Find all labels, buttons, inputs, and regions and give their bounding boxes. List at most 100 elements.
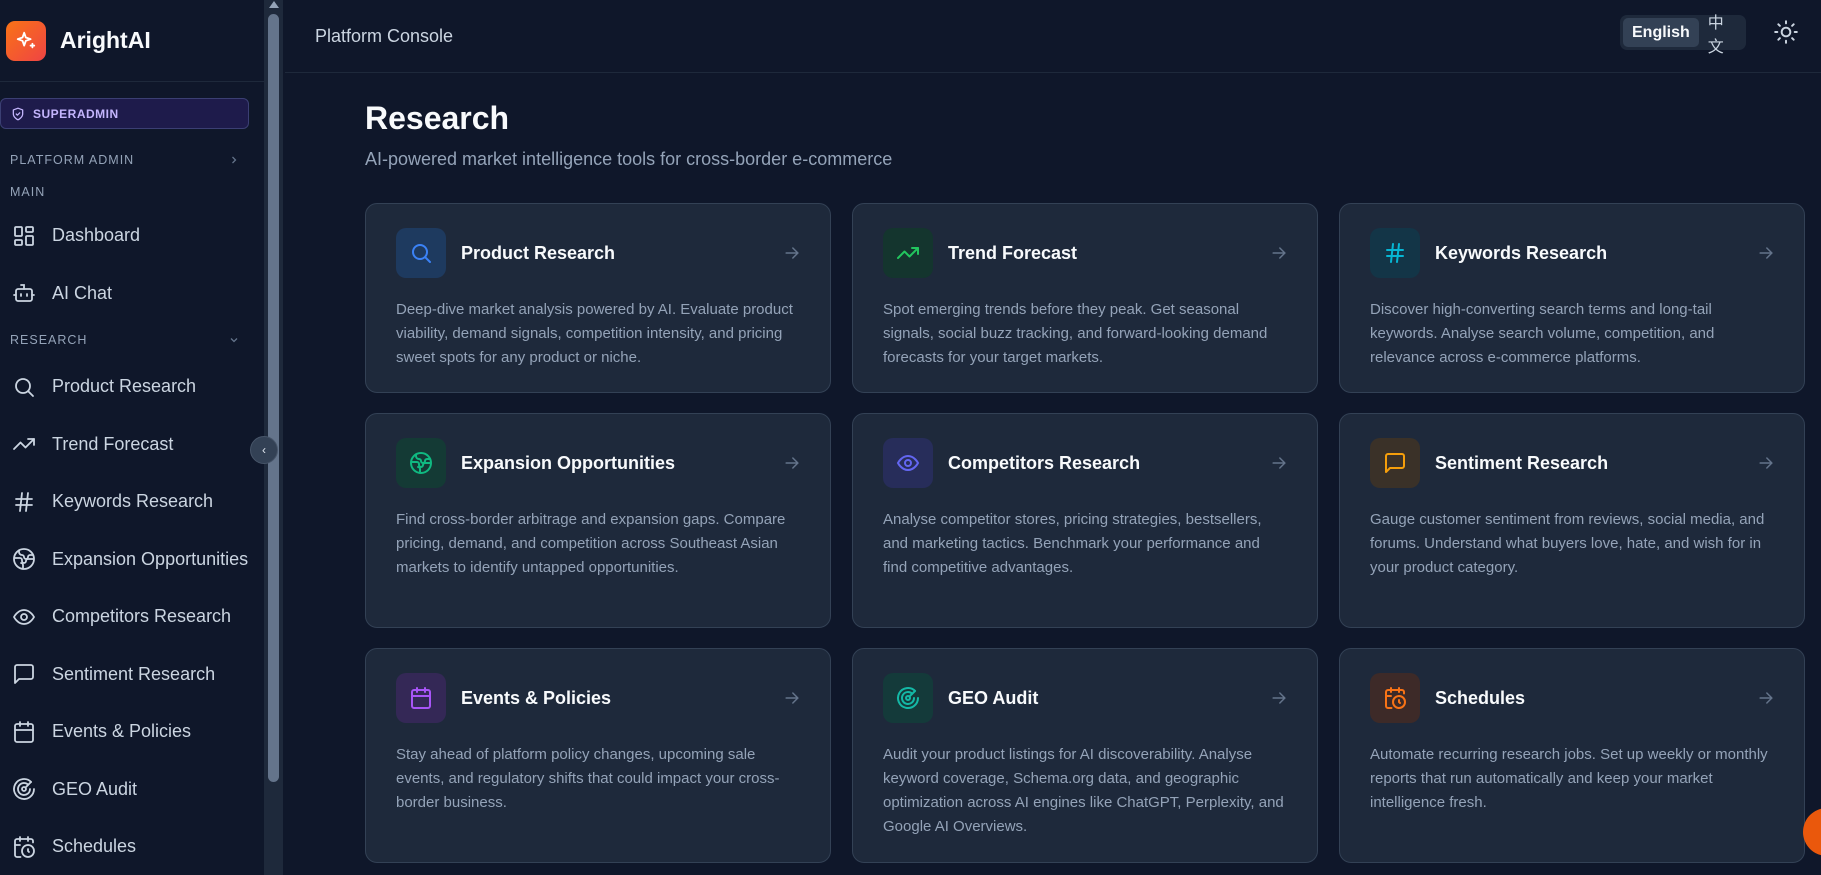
card-title: Expansion Opportunities — [461, 452, 676, 473]
card-title: Schedules — [1435, 687, 1526, 708]
card-keywords-research[interactable]: Keywords Research Discover high-converti… — [1339, 203, 1805, 393]
sidebar-item-ai-chat[interactable]: AI Chat — [0, 265, 264, 323]
sidebar-item-label: Sentiment Research — [52, 663, 216, 684]
language-chinese-button[interactable]: 中文 — [1699, 15, 1743, 56]
sidebar-item-label: Schedules — [52, 836, 137, 857]
language-english-button[interactable]: English — [1623, 18, 1699, 47]
scroll-up-icon[interactable] — [269, 1, 279, 8]
card-expansion-opportunities[interactable]: Expansion Opportunities Find cross-borde… — [365, 413, 831, 628]
arrow-right-icon — [1759, 247, 1773, 259]
research-section-label: RESEARCH — [10, 333, 88, 347]
card-description: Spot emerging trends before they peak. G… — [883, 301, 1268, 366]
sidebar-item-label: Events & Policies — [52, 721, 192, 742]
eye-icon — [12, 608, 36, 625]
page-title: Research — [365, 100, 510, 136]
calendar-icon — [396, 673, 446, 723]
hash-icon — [1370, 228, 1420, 278]
arrow-right-icon — [1272, 247, 1286, 259]
message-icon — [1370, 438, 1420, 488]
card-description: Discover high-converting search terms an… — [1370, 301, 1715, 366]
theme-toggle-button[interactable] — [1773, 19, 1799, 45]
arrow-right-icon — [1272, 457, 1286, 469]
card-geo-audit[interactable]: GEO Audit Audit your product listings fo… — [852, 648, 1318, 863]
sidebar-item-label: Dashboard — [52, 225, 141, 246]
dashboard-icon — [14, 225, 34, 246]
card-description: Analyse competitor stores, pricing strat… — [883, 511, 1262, 576]
sun-icon — [1774, 20, 1798, 44]
card-title: GEO Audit — [948, 687, 1039, 708]
brand-name: ArightAI — [60, 27, 151, 53]
chevron-left-icon: ‹ — [262, 443, 266, 457]
sidebar-item-events-policies[interactable]: Events & Policies — [0, 703, 264, 761]
card-title: Competitors Research — [948, 452, 1141, 473]
console-title: Platform Console — [315, 25, 454, 46]
message-icon — [14, 664, 34, 685]
card-title: Product Research — [461, 242, 616, 263]
sidebar-item-sentiment-research[interactable]: Sentiment Research — [0, 646, 264, 704]
search-icon — [396, 228, 446, 278]
arrow-right-icon — [1759, 457, 1773, 469]
sidebar-item-label: Keywords Research — [52, 491, 214, 512]
search-icon — [15, 377, 34, 397]
calendar-clock-icon — [1370, 673, 1420, 723]
research-section-toggle[interactable]: RESEARCH — [0, 322, 264, 358]
card-events-policies[interactable]: Events & Policies Stay ahead of platform… — [365, 648, 831, 863]
sidebar-item-competitors-research[interactable]: Competitors Research — [0, 588, 264, 646]
sidebar-item-label: Expansion Opportunities — [52, 548, 249, 569]
page-subtitle: AI-powered market intelligence tools for… — [365, 149, 893, 169]
card-title: Keywords Research — [1435, 242, 1608, 263]
arrow-right-icon — [1272, 692, 1286, 704]
sidebar-item-keywords-research[interactable]: Keywords Research — [0, 473, 264, 531]
radar-icon — [883, 673, 933, 723]
card-title: Trend Forecast — [948, 242, 1078, 263]
sidebar-item-trend-forecast[interactable]: Trend Forecast — [0, 416, 264, 474]
card-trend-forecast[interactable]: Trend Forecast Spot emerging trends befo… — [852, 203, 1318, 393]
globe-icon — [396, 438, 446, 488]
calendar-clock-icon — [14, 835, 35, 858]
card-description: Deep-dive market analysis powered by AI.… — [396, 301, 793, 366]
main-content: Research AI-powered market intelligence … — [365, 100, 1805, 863]
card-description: Automate recurring research jobs. Set up… — [1370, 746, 1768, 811]
top-bar: Platform Console English 中文 — [285, 0, 1821, 73]
arrow-right-icon — [1759, 692, 1773, 704]
floating-action-button[interactable] — [1803, 808, 1821, 856]
sidebar-item-expansion-opportunities[interactable]: Expansion Opportunities — [0, 531, 264, 589]
card-description: Gauge customer sentiment from reviews, s… — [1370, 511, 1765, 576]
sidebar-item-label: Trend Forecast — [52, 433, 174, 454]
card-competitors-research[interactable]: Competitors Research Analyse competitor … — [852, 413, 1318, 628]
platform-admin-toggle[interactable]: PLATFORM ADMIN — [0, 143, 264, 177]
sidebar: ArightAI SUPERADMIN PLATFORM ADMIN MAIN … — [0, 0, 265, 875]
sidebar-item-schedules[interactable]: Schedules — [0, 818, 264, 875]
arrow-right-icon — [785, 692, 799, 704]
sidebar-collapse-button[interactable]: ‹ — [250, 436, 278, 464]
hash-icon — [15, 491, 33, 512]
sidebar-item-label: Competitors Research — [52, 606, 232, 627]
role-badge: SUPERADMIN — [0, 98, 249, 129]
language-switcher: English 中文 — [1620, 15, 1746, 56]
platform-admin-label: PLATFORM ADMIN — [10, 153, 135, 167]
chevron-right-icon — [232, 156, 237, 164]
sidebar-item-geo-audit[interactable]: GEO Audit — [0, 761, 264, 819]
card-description: Find cross-border arbitrage and expansio… — [396, 511, 786, 576]
eye-icon — [883, 438, 933, 488]
shield-check-icon — [12, 107, 24, 120]
chevron-down-icon — [230, 338, 238, 343]
calendar-icon — [14, 720, 34, 743]
trend-icon — [13, 438, 35, 451]
card-product-research[interactable]: Product Research Deep-dive market analys… — [365, 203, 831, 393]
card-description: Stay ahead of platform policy changes, u… — [396, 746, 780, 811]
globe-icon — [13, 548, 35, 571]
sidebar-item-dashboard[interactable]: Dashboard — [0, 207, 264, 265]
trend-icon — [883, 228, 933, 278]
card-title: Sentiment Research — [1435, 452, 1609, 473]
card-description: Audit your product listings for AI disco… — [883, 746, 1284, 835]
scrollbar-thumb[interactable] — [268, 14, 279, 782]
arrow-right-icon — [785, 457, 799, 469]
card-sentiment-research[interactable]: Sentiment Research Gauge customer sentim… — [1339, 413, 1805, 628]
sidebar-item-product-research[interactable]: Product Research — [0, 358, 264, 416]
sidebar-item-label: AI Chat — [52, 282, 113, 303]
brand[interactable]: ArightAI — [0, 0, 264, 82]
role-label: SUPERADMIN — [33, 106, 119, 121]
arrow-right-icon — [785, 247, 799, 259]
card-schedules[interactable]: Schedules Automate recurring research jo… — [1339, 648, 1805, 863]
